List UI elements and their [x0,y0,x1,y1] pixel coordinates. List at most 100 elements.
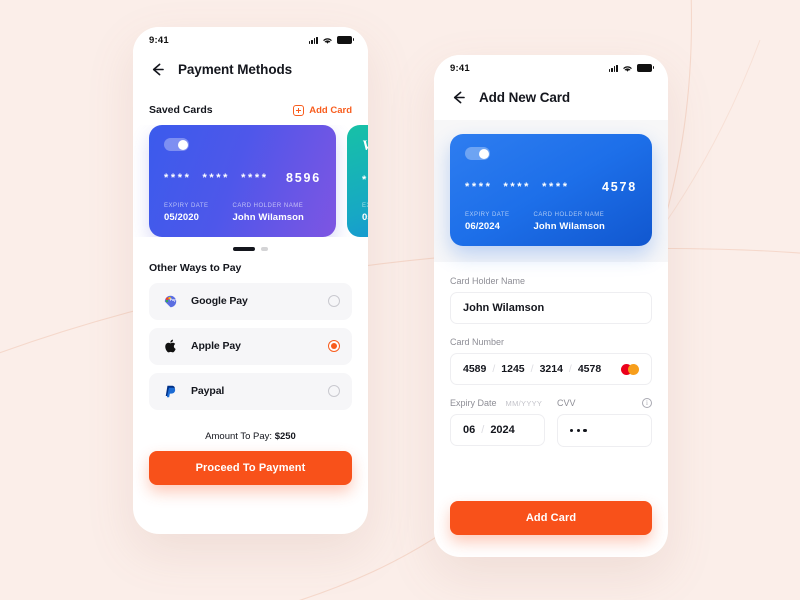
amount-to-pay: Amount To Pay: $250 [133,417,368,451]
card-number-label: Card Number [450,337,505,347]
phone-add-new-card: 9:41 Add New Card **** **** **** 4578 EX… [434,55,668,557]
saved-cards-carousel[interactable]: **** **** **** 8596 EXPIRY DATE 05/2020 … [133,125,368,237]
back-arrow-icon[interactable] [450,89,467,106]
paypal-icon [161,382,180,401]
back-arrow-icon[interactable] [149,61,166,78]
card-mask-group-3: **** [241,172,269,184]
field-expiry-date: Expiry Date MM/YYYY 06 / 2024 [450,398,545,447]
card-top-row [164,138,321,151]
card-expiry-block: EXPIRY DATE 05/ [362,203,368,223]
card-number-group-3: 3214 [539,363,563,375]
status-icons [308,36,355,45]
card-number-group-1: 4589 [463,363,487,375]
cvv-input[interactable] [557,414,652,447]
payment-option-label: Paypal [191,385,225,397]
expiry-month-value: 06 [463,424,476,436]
pagination-dot[interactable] [261,247,268,251]
proceed-to-payment-button[interactable]: Proceed To Payment [149,450,352,485]
google-pay-icon: Pay [161,292,180,311]
card-holder-block: CARD HOLDER NAME John Wilamson [534,212,605,232]
card-holder-name-label: Card Holder Name [450,276,526,286]
add-card-button[interactable]: Add Card [450,501,652,535]
svg-text:Pay: Pay [170,297,176,301]
plus-square-icon [293,104,305,116]
saved-cards-header: Saved Cards Add Card [133,92,368,125]
expiry-label-row: Expiry Date MM/YYYY [450,398,545,408]
payment-option-label: Google Pay [191,295,248,307]
status-bar-right: 9:41 [434,55,668,81]
card-mask-group-2: **** [202,172,231,184]
card-footer: EXPIRY DATE 05/ [362,203,368,223]
card-number-group-2: 1245 [501,363,525,375]
card-footer: EXPIRY DATE 05/2020 CARD HOLDER NAME Joh… [164,203,321,223]
status-time: 9:41 [149,34,169,46]
card-number-masked: **** **** **** 8596 [164,171,321,185]
card-mask-group-3: **** [542,181,570,193]
card-holder-label: CARD HOLDER NAME [533,212,605,218]
expiry-date-hint: MM/YYYY [505,399,543,408]
card-expiry-value: 05/2020 [164,212,200,223]
navbar-right: Add New Card [434,81,668,120]
background-decoration [0,0,800,600]
card-expiry-block: EXPIRY DATE 06/2024 [465,212,510,232]
card-holder-block: CARD HOLDER NAME John Wilamson [233,203,304,223]
status-time: 9:41 [450,62,470,74]
payment-option-radio-selected[interactable] [328,340,340,352]
card-holder-label: CARD HOLDER NAME [232,203,304,209]
signal-bars-icon [308,36,318,44]
form-spacer [450,447,652,501]
info-icon[interactable]: i [642,398,652,408]
expiry-date-input[interactable]: 06 / 2024 [450,414,545,446]
mastercard-icon [621,363,639,375]
card-holder-value: John Wilamson [232,212,304,223]
card-number-separator: / [568,363,572,375]
card-preview-area: **** **** **** 4578 EXPIRY DATE 06/2024 … [434,120,668,262]
card-footer: EXPIRY DATE 06/2024 CARD HOLDER NAME Joh… [465,212,637,232]
page-title: Payment Methods [178,62,293,77]
card-holder-value: John Wilamson [533,221,605,232]
card-number-input[interactable]: 4589 / 1245 / 3214 / 4578 [450,353,652,385]
cvv-label: CVV [557,398,576,408]
payment-option-google-pay[interactable]: Pay Google Pay [149,282,352,320]
wifi-icon [623,65,632,72]
card-holder-name-input[interactable]: John Wilamson [450,292,652,324]
card-mask-group-1: **** [164,172,192,184]
card-active-toggle[interactable] [465,147,490,160]
card-mask-group-1: **** [362,174,368,186]
carousel-pagination[interactable] [133,237,368,260]
card-number-group-4: 4578 [577,363,602,375]
card-last4: 4578 [601,180,637,194]
page-title: Add New Card [479,90,571,105]
signal-bars-icon [608,64,618,72]
amount-label: Amount To Pay: [205,430,273,442]
card-active-toggle[interactable] [164,138,189,151]
add-card-link[interactable]: Add Card [293,104,352,116]
credit-card-secondary[interactable]: VISA **** **** **** EXPIRY DATE 05/ [347,125,368,237]
card-top-row [465,147,637,160]
payment-option-radio[interactable] [328,295,340,307]
card-number-masked: **** **** **** 4578 [465,180,637,194]
apple-pay-icon [161,337,180,356]
visa-logo-icon: VISA [362,138,368,155]
payment-option-paypal[interactable]: Paypal [149,372,352,410]
cvv-masked-value [570,424,587,437]
payment-option-label: Apple Pay [191,340,241,352]
expiry-date-label: Expiry Date [450,398,497,408]
add-card-form: Card Holder Name John Wilamson Card Numb… [434,262,668,501]
cvv-label-row: CVV i [557,398,652,408]
status-icons [608,64,655,73]
payment-option-apple-pay[interactable]: Apple Pay [149,327,352,365]
status-bar-left: 9:41 [133,27,368,53]
credit-card-primary[interactable]: **** **** **** 8596 EXPIRY DATE 05/2020 … [149,125,336,237]
payment-option-radio[interactable] [328,385,340,397]
card-number-separator: / [492,363,496,375]
wifi-icon [323,37,332,44]
pagination-dot-active[interactable] [233,247,255,251]
battery-icon [637,64,655,72]
card-number-groups: 4589 / 1245 / 3214 / 4578 [463,363,601,375]
card-last4: 8596 [285,171,321,185]
credit-card-preview[interactable]: **** **** **** 4578 EXPIRY DATE 06/2024 … [450,134,652,246]
other-ways-to-pay-section: Other Ways to Pay Pay Google Pay Apple P… [133,259,368,410]
amount-value: $250 [274,430,296,442]
card-mask-group-1: **** [465,181,493,193]
